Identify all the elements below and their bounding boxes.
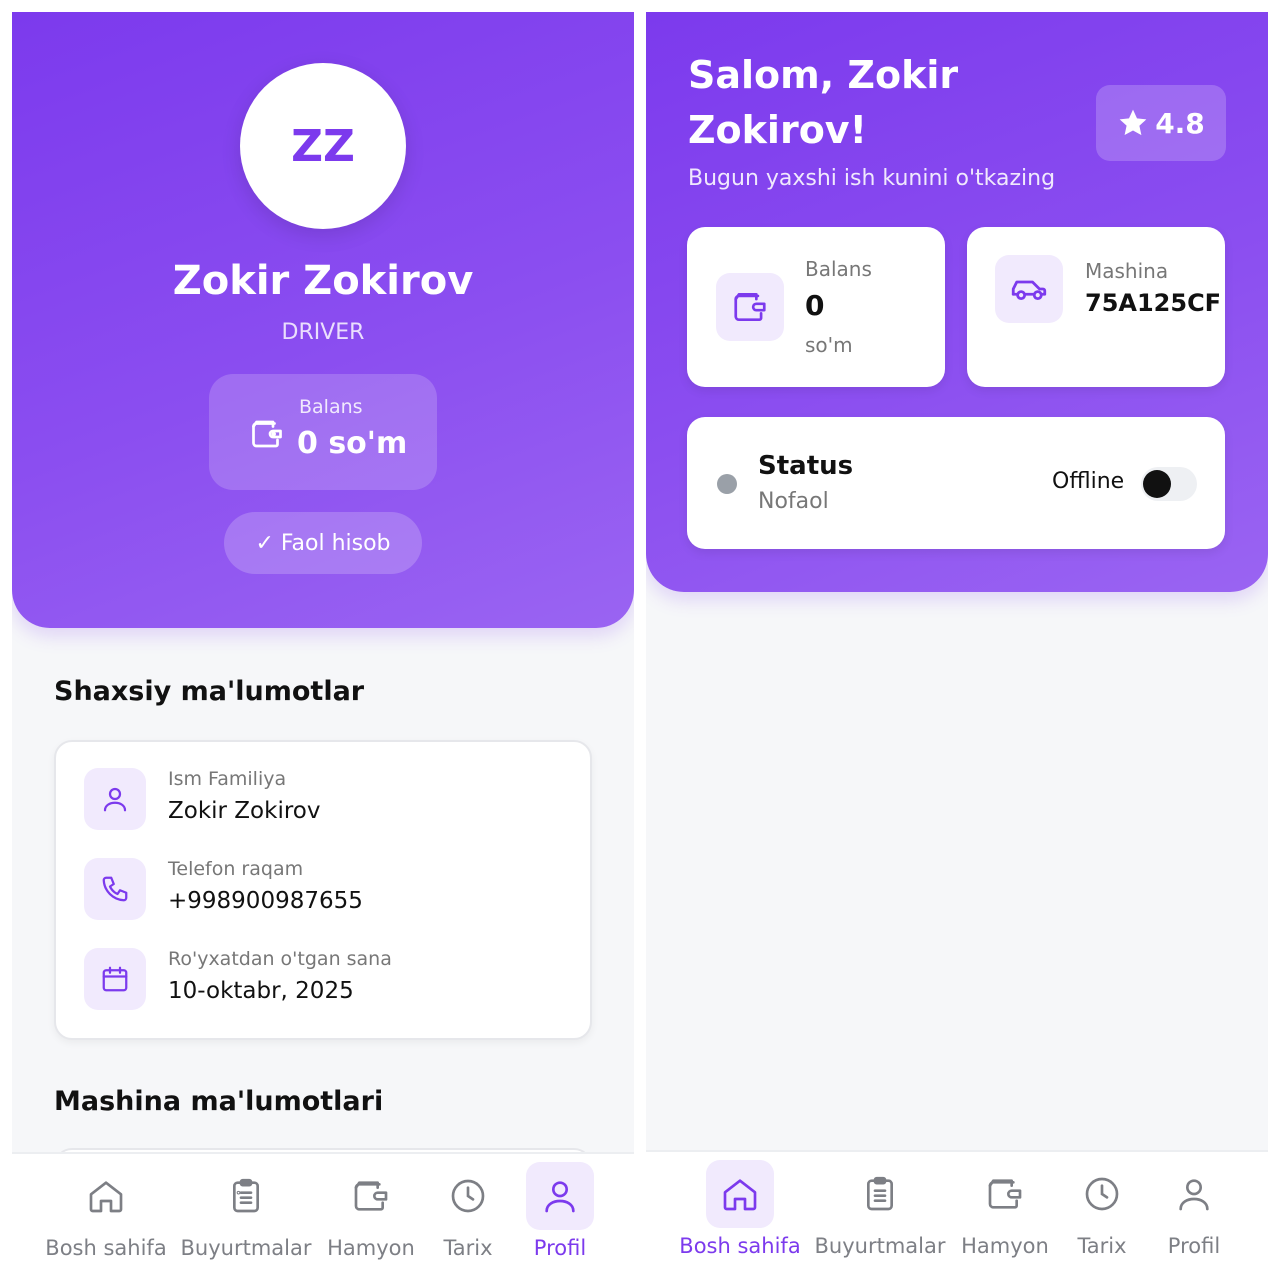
account-status-badge: ✓ Faol hisob (224, 512, 422, 574)
balance-pill: Balans 0 so'm (209, 374, 437, 490)
balance-value: 0 (805, 289, 825, 322)
nav-label: Profil (533, 1236, 587, 1260)
home-icon (89, 1181, 123, 1213)
personal-info-title: Shaxsiy ma'lumotlar (54, 676, 365, 707)
status-card: Status Nofaol Offline (687, 417, 1225, 549)
profile-header: ZZ Zokir Zokirov DRIVER Balans 0 so'm ✓ … (12, 12, 634, 628)
balance-unit: so'm (805, 333, 853, 357)
info-label: Telefon raqam (168, 858, 304, 880)
calendar-icon (102, 966, 128, 992)
car-card[interactable]: Mashina 75A125CF (967, 227, 1225, 387)
status-title: Status (758, 451, 854, 481)
nav-label: Bosh sahifa (45, 1236, 167, 1260)
wallet-icon (988, 1179, 1022, 1209)
wallet-icon (252, 420, 282, 448)
bottom-nav: Bosh sahifa Buyurtmalar Hamyon Tarix Pro… (646, 1150, 1268, 1268)
greeting-title: Salom, Zokir Zokirov! (688, 53, 959, 152)
info-row-registration-date: Ro'yxatdan o'tgan sana 10-oktabr, 2025 (84, 948, 564, 1012)
car-icon (1011, 280, 1047, 301)
balance-card[interactable]: Balans 0 so'm (687, 227, 945, 387)
wallet-icon (734, 292, 766, 322)
info-label: Ro'yxatdan o'tgan sana (168, 948, 392, 970)
nav-history[interactable]: Tarix (1066, 1160, 1138, 1260)
status-indicator (717, 474, 737, 494)
home-header: Salom, Zokir Zokirov! Bugun yaxshi ish k… (646, 12, 1268, 592)
greeting-subtitle: Bugun yaxshi ish kunini o'tkazing (688, 166, 1056, 191)
online-toggle[interactable] (1141, 467, 1197, 501)
nav-label: Bosh sahifa (679, 1234, 801, 1258)
toggle-knob (1143, 470, 1171, 498)
avatar: ZZ (240, 63, 406, 229)
home-screen: Salom, Zokir Zokirov! Bugun yaxshi ish k… (646, 12, 1268, 1268)
car-label: Mashina (1085, 259, 1169, 283)
nav-label: Hamyon (327, 1236, 415, 1260)
info-value: Zokir Zokirov (168, 798, 321, 824)
phone-icon (102, 876, 128, 902)
nav-wallet[interactable]: Hamyon (324, 1162, 418, 1262)
profile-role: DRIVER (281, 320, 365, 345)
clock-icon (1085, 1177, 1119, 1211)
info-value: 10-oktabr, 2025 (168, 978, 354, 1004)
status-toggle-label: Offline (1052, 469, 1125, 494)
nav-history[interactable]: Tarix (432, 1162, 504, 1262)
clock-icon (451, 1179, 485, 1213)
info-row-name: Ism Familiya Zokir Zokirov (84, 768, 564, 832)
nav-orders[interactable]: Buyurtmalar (815, 1160, 946, 1260)
nav-profile[interactable]: Profil (518, 1162, 602, 1262)
bottom-nav: Bosh sahifa Buyurtmalar Hamyon Tarix Pro… (12, 1152, 634, 1268)
nav-home[interactable]: Bosh sahifa (679, 1160, 801, 1260)
balance-label: Balans (805, 257, 872, 281)
nav-label: Buyurtmalar (180, 1236, 312, 1260)
balance-label: Balans (299, 396, 363, 418)
car-plate: 75A125CF (1085, 289, 1222, 317)
clipboard-icon (867, 1176, 893, 1211)
info-label: Ism Familiya (168, 768, 287, 790)
clipboard-icon (233, 1178, 259, 1213)
status-subtitle: Nofaol (758, 489, 829, 514)
nav-label: Profil (1167, 1234, 1221, 1258)
star-icon (1119, 109, 1147, 136)
nav-label: Hamyon (961, 1234, 1049, 1258)
profile-screen: ZZ Zokir Zokirov DRIVER Balans 0 so'm ✓ … (12, 12, 634, 1268)
nav-profile[interactable]: Profil (1152, 1160, 1236, 1260)
user-icon (545, 1181, 575, 1213)
home-icon (723, 1179, 757, 1211)
user-icon (103, 787, 127, 812)
profile-name: Zokir Zokirov (172, 258, 474, 304)
info-value: +998900987655 (168, 888, 363, 914)
wallet-icon (354, 1181, 388, 1211)
nav-label: Tarix (1077, 1234, 1127, 1258)
rating-badge: 4.8 (1096, 85, 1226, 161)
rating-value: 4.8 (1155, 106, 1205, 140)
nav-home[interactable]: Bosh sahifa (45, 1162, 167, 1262)
balance-value: 0 so'm (297, 426, 408, 461)
personal-info-card: Ism Familiya Zokir Zokirov Telefon raqam… (54, 740, 592, 1040)
nav-orders[interactable]: Buyurtmalar (181, 1162, 312, 1262)
nav-label: Tarix (443, 1236, 493, 1260)
info-row-phone: Telefon raqam +998900987655 (84, 858, 564, 922)
nav-label: Buyurtmalar (814, 1234, 946, 1258)
nav-wallet[interactable]: Hamyon (958, 1160, 1052, 1260)
user-icon (1179, 1179, 1209, 1211)
car-info-title: Mashina ma'lumotlari (54, 1086, 384, 1117)
